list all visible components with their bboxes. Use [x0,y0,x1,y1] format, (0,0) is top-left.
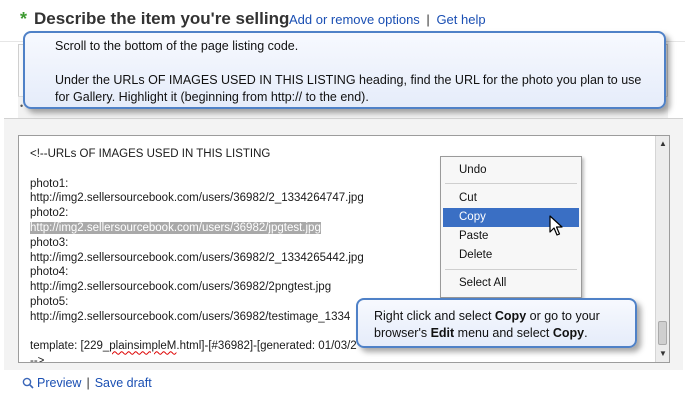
code-line-template: template: [229_plainsimpleM.html]-[#3698… [30,339,364,354]
code-line: photo5: [30,295,69,308]
code-line: photo4: [30,266,69,279]
code-line-highlighted[interactable]: http://img2.sellersourcebook.com/users/3… [30,221,364,236]
tip-text: . [584,326,588,340]
section-title: Describe the item you're selling [34,9,290,28]
code-line: photo2: [30,207,69,220]
scroll-thumb[interactable] [658,321,667,345]
menu-separator [445,183,577,184]
menu-item-delete[interactable]: Delete [443,246,579,265]
get-help-link[interactable]: Get help [436,12,485,27]
required-star: * [20,9,28,29]
header-links: Add or remove options | Get help [289,11,486,29]
code-line: http://img2.sellersourcebook.com/users/3… [30,281,332,294]
menu-item-undo[interactable]: Undo [443,161,579,180]
scroll-up-arrow-icon[interactable]: ▲ [657,138,669,150]
menu-item-select-all[interactable]: Select All [443,274,579,293]
code-line: <!--URLs OF IMAGES USED IN THIS LISTING [30,148,271,160]
add-remove-options-link[interactable]: Add or remove options [289,12,420,27]
template-prefix: template: [229_ [30,340,110,353]
footer-actions: Preview | Save draft [22,375,152,391]
mouse-pointer-icon [549,215,563,236]
template-spellcheck-word: plainsimpleM [109,340,177,353]
header-link-separator: | [426,12,430,27]
code-line: http://img2.sellersourcebook.com/users/3… [30,192,364,205]
listing-code: <!--URLs OF IMAGES USED IN THIS LISTING … [30,147,364,363]
magnifier-icon [22,377,34,389]
tip-copy-keyword: Copy [552,326,585,340]
menu-item-cut[interactable]: Cut [443,189,579,208]
tip-copy-keyword: Copy [494,309,527,323]
code-line: --> [30,355,45,363]
code-line: http://img2.sellersourcebook.com/users/3… [30,310,351,323]
code-line: http://img2.sellersourcebook.com/users/3… [30,251,364,264]
tip-edit-keyword: Edit [430,326,455,340]
save-draft-link[interactable]: Save draft [95,376,152,390]
tip-text: menu and select [454,326,553,340]
selected-url[interactable]: http://img2.sellersourcebook.com/users/3… [30,221,321,234]
template-suffix: .html]-[#36982]-[generated: 01/03/2 [176,340,357,353]
instruction-callout-top: Scroll to the bottom of the page listing… [23,31,666,109]
preview-link[interactable]: Preview [37,376,81,390]
code-line: photo1: [30,177,69,190]
tip-text: Right click and select [374,309,495,323]
footer-separator: | [86,376,90,390]
instruction-step-1: Scroll to the bottom of the page listing… [55,39,299,53]
textarea-scrollbar[interactable]: ▲ ▼ [655,136,669,362]
scroll-down-arrow-icon[interactable]: ▼ [657,348,669,360]
menu-separator [445,269,577,270]
instruction-step-2: Under the URLs OF IMAGES USED IN THIS LI… [55,73,642,104]
code-line: photo3: [30,236,69,249]
instruction-callout-bottom: Right click and select Copy or go to you… [356,298,637,348]
